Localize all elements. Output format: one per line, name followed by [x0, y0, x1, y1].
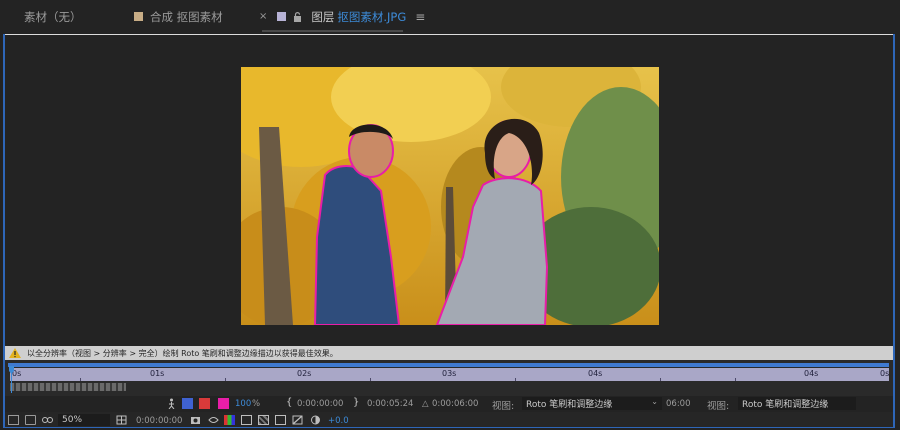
view-dropdown-value: Roto 笔刷和调整边缘	[526, 400, 613, 410]
tab-footage-label: 素材（无）	[24, 9, 82, 24]
ruler-tick	[80, 378, 81, 381]
view-dropdown-secondary[interactable]: Roto 笔刷和调整边缘	[738, 397, 856, 410]
active-tab-indicator	[262, 30, 403, 32]
ruler-tick	[660, 378, 661, 381]
overlay-opacity-unit: %	[252, 399, 261, 409]
view-dropdown[interactable]: Roto 笔刷和调整边缘 ⌄	[522, 397, 662, 410]
tab-composition[interactable]: 合成 抠图素材	[134, 0, 223, 33]
tab-composition-label: 合成 抠图素材	[150, 9, 223, 24]
status-bar: 以全分辨率（视图 > 分辨率 > 完全）绘制 Roto 笔刷和调整边缘描边以获得…	[5, 346, 893, 360]
region-of-interest-icon[interactable]	[241, 415, 252, 425]
ruler-label: 04s	[804, 369, 819, 378]
panel-menu-icon[interactable]: ≡	[415, 10, 425, 24]
grid-guides-icon[interactable]	[116, 415, 127, 425]
tab-layer-label: 图层	[311, 9, 335, 24]
layer-image[interactable]	[241, 67, 659, 325]
out-point-time[interactable]: 0:00:05:24	[367, 399, 413, 409]
transparency-grid-icon[interactable]	[258, 415, 269, 425]
time-readout: 06:00	[666, 399, 691, 409]
set-out-point-icon[interactable]: }	[353, 397, 359, 408]
panel-tab-bar: 素材（无） 合成 抠图素材 × 图层 抠图素材.JPG ≡	[0, 0, 900, 33]
monitor-icon[interactable]	[25, 415, 36, 425]
tab-footage[interactable]: 素材（无）	[24, 0, 82, 33]
channel-icon[interactable]	[224, 415, 235, 425]
lock-icon[interactable]	[293, 11, 302, 22]
tab-layer-name: 抠图素材.JPG	[337, 9, 407, 24]
close-tab-icon[interactable]: ×	[259, 11, 267, 22]
overlay-color-swatch[interactable]	[218, 398, 229, 409]
layer-color-icon	[277, 12, 287, 21]
in-point-time[interactable]: 0:00:00:00	[297, 399, 343, 409]
ruler-label: 04s	[588, 369, 603, 378]
time-navigator-bar[interactable]	[8, 363, 889, 367]
background-toggle-icon[interactable]	[199, 398, 210, 409]
ruler-label: 03s	[442, 369, 457, 378]
photo-couple-autumn	[241, 67, 659, 325]
view-label: 视图:	[492, 401, 515, 412]
duration-time: 0:00:06:00	[432, 399, 479, 409]
tab-layer[interactable]: × 图层 抠图素材.JPG ≡	[259, 0, 425, 33]
composition-color-icon	[134, 12, 143, 21]
work-area-bar[interactable]	[10, 383, 126, 391]
reset-exposure-icon[interactable]	[310, 415, 321, 425]
overlay-opacity-value[interactable]: 100	[235, 399, 251, 409]
ruler-tick	[515, 378, 516, 381]
show-snapshot-icon[interactable]	[208, 415, 219, 425]
delta-icon: △	[422, 399, 429, 409]
ruler-label: 02s	[297, 369, 312, 378]
status-message: 以全分辨率（视图 > 分辨率 > 完全）绘制 Roto 笔刷和调整边缘描边以获得…	[27, 348, 338, 358]
camera-snapshot-icon[interactable]	[190, 415, 201, 425]
set-in-point-icon[interactable]: {	[286, 397, 292, 408]
always-preview-icon[interactable]	[8, 415, 19, 425]
view-dropdown-secondary-value: Roto 笔刷和调整边缘	[742, 400, 829, 410]
ruler-label: 0s	[880, 369, 890, 378]
current-time[interactable]: 0:00:00:00	[136, 416, 182, 426]
view-label-secondary: 视图:	[707, 401, 730, 412]
foreground-toggle-icon[interactable]	[182, 398, 193, 409]
toggle-pixel-aspect-icon[interactable]	[292, 415, 303, 425]
magnification-value: 50%	[62, 415, 83, 425]
ruler-tick	[225, 378, 226, 381]
view-layout-icon[interactable]	[275, 415, 286, 425]
ruler-tick	[370, 378, 371, 381]
ruler-label: 01s	[150, 369, 165, 378]
warning-icon	[9, 348, 21, 358]
roto-brush-icon[interactable]	[166, 398, 177, 409]
ruler-tick	[735, 378, 736, 381]
vr-goggles-icon[interactable]	[42, 415, 53, 425]
magnification-dropdown[interactable]: 50%	[58, 414, 110, 426]
current-time-indicator[interactable]	[9, 366, 14, 394]
chevron-down-icon: ⌄	[651, 397, 658, 406]
exposure-value[interactable]: +0.0	[328, 416, 349, 426]
